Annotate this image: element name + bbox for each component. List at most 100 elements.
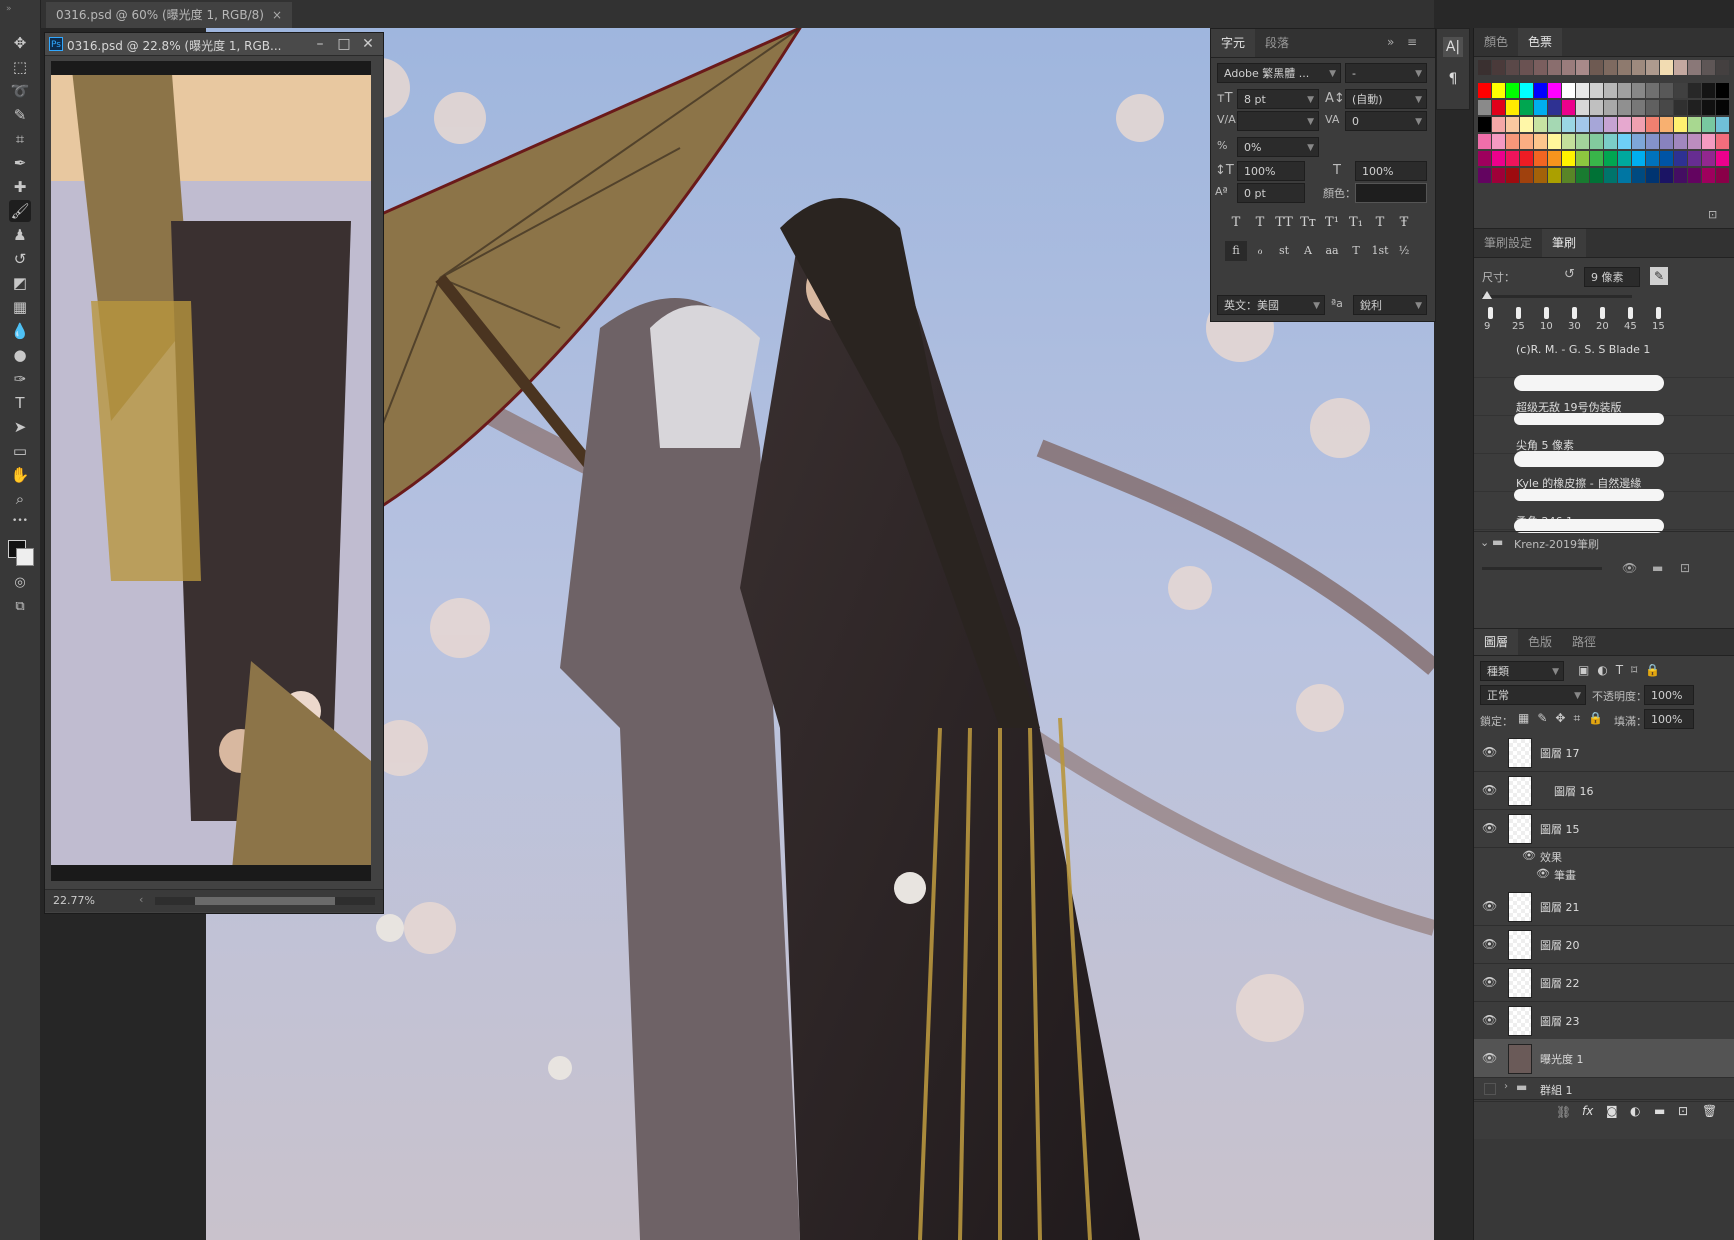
close-icon[interactable]: × [272,8,282,22]
color-swatch[interactable] [1548,151,1561,166]
horizontal-scale-field[interactable]: 100% [1355,161,1427,181]
opentype-feature-button[interactable]: ﬁ [1225,241,1247,261]
color-swatch[interactable] [1520,83,1533,98]
color-swatch[interactable] [1590,83,1603,98]
color-swatch[interactable] [1520,117,1533,132]
text-format-button[interactable]: T [1369,213,1391,233]
fill-field[interactable]: 100% [1644,709,1694,729]
pen-tool-icon[interactable]: ✑ [9,368,31,390]
color-swatch[interactable] [1702,168,1715,183]
layer-row[interactable]: 👁 曝光度 1 [1474,1039,1734,1078]
layer-row[interactable]: 👁 圖層 17 [1474,733,1734,772]
color-swatch[interactable] [1688,134,1701,149]
visibility-icon[interactable]: 👁 [1482,937,1497,951]
color-swatch[interactable] [1632,168,1645,183]
adjustment-icon[interactable]: ◐ [1630,1104,1640,1118]
text-color-swatch[interactable] [1355,183,1427,203]
layer-name[interactable]: 圖層 20 [1540,937,1580,953]
brush-preset[interactable]: 9 [1478,305,1504,335]
color-swatch[interactable] [1506,151,1519,166]
color-swatch[interactable] [1562,100,1575,115]
brush-preview-slider[interactable] [1482,567,1602,570]
visibility-toggle[interactable] [1484,1083,1496,1095]
background-color-swatch[interactable] [16,548,34,566]
color-swatch[interactable] [1660,168,1673,183]
brush-item[interactable]: 超级无敌 19号伪装版 [1474,375,1734,416]
color-swatch[interactable] [1716,117,1729,132]
document-tab[interactable]: 0316.psd @ 60% (曝光度 1, RGB/8) × [46,2,293,28]
tab-paths[interactable]: 路徑 [1562,629,1606,655]
color-swatch[interactable] [1604,168,1617,183]
layer-row[interactable]: 👁 圖層 22 [1474,963,1734,1002]
color-swatch[interactable] [1716,168,1729,183]
tab-channels[interactable]: 色版 [1518,629,1562,655]
color-swatch[interactable] [1688,100,1701,115]
color-swatch[interactable] [1562,60,1575,75]
color-swatch[interactable] [1478,134,1491,149]
healing-tool-icon[interactable]: ✚ [9,176,31,198]
tab-paragraph[interactable]: 段落 [1255,29,1299,57]
tab-swatches[interactable]: 色票 [1518,28,1563,56]
color-swatch[interactable] [1492,60,1505,75]
color-swatch[interactable] [1506,117,1519,132]
layer-name[interactable]: 圖層 15 [1540,821,1580,837]
text-format-button[interactable]: Ŧ [1393,213,1415,233]
color-swatch[interactable] [1520,134,1533,149]
close-button[interactable]: ✕ [357,35,379,53]
color-swatch[interactable] [1674,83,1687,98]
color-swatch[interactable] [1534,100,1547,115]
color-swatch[interactable] [1492,168,1505,183]
zoom-tool-icon[interactable]: ⌕ [9,488,31,510]
eraser-tool-icon[interactable]: ◩ [9,272,31,294]
blend-mode-select[interactable]: 正常 ▼ [1480,685,1586,705]
visibility-icon[interactable]: 👁 [1482,745,1497,759]
color-swatch[interactable] [1604,60,1617,75]
color-swatch[interactable] [1688,117,1701,132]
color-swatch[interactable] [1590,151,1603,166]
color-swatch[interactable] [1576,134,1589,149]
brush-preset[interactable]: 10 [1534,305,1560,335]
color-swatch[interactable] [1520,151,1533,166]
layer-name[interactable]: 圖層 23 [1540,1013,1580,1029]
color-swatch[interactable] [1548,117,1561,132]
chevron-right-icon[interactable]: › [1504,1081,1508,1092]
zoom-level[interactable]: 22.77% [53,894,95,907]
text-format-button[interactable]: T¹ [1321,213,1343,233]
color-swatch[interactable] [1688,83,1701,98]
opentype-feature-button[interactable]: 1st [1369,241,1391,261]
color-swatch[interactable] [1604,151,1617,166]
opentype-feature-button[interactable]: st [1273,241,1295,261]
fx-icon[interactable]: fx [1582,1104,1593,1118]
layer-name[interactable]: 圖層 16 [1554,783,1594,799]
antialias-select[interactable]: 銳利 ▼ [1353,295,1427,315]
color-swatch[interactable] [1660,83,1673,98]
color-swatch[interactable] [1576,83,1589,98]
history-brush-tool-icon[interactable]: ↺ [9,248,31,270]
color-swatch[interactable] [1478,100,1491,115]
layer-row[interactable]: 👁 圖層 16 [1474,771,1734,810]
brush-item[interactable]: Kyle 的橡皮擦 - 自然邊緣 [1474,451,1734,492]
window-title-bar[interactable]: Ps 0316.psd @ 22.8% (曝光度 1, RGB... – □ ✕ [45,33,383,56]
color-swatch[interactable] [1576,151,1589,166]
gradient-tool-icon[interactable]: ▦ [9,296,31,318]
color-swatch[interactable] [1674,168,1687,183]
slider-handle[interactable] [1482,291,1492,299]
color-swatch[interactable] [1520,60,1533,75]
leading-field[interactable]: (自動) ▼ [1345,89,1427,109]
color-swatch[interactable] [1576,60,1589,75]
kerning-field[interactable]: ▼ [1237,111,1319,131]
marquee-tool-icon[interactable]: ⬚ [9,56,31,78]
window-canvas[interactable] [51,61,371,881]
tab-brush-settings[interactable]: 筆刷設定 [1474,229,1542,257]
color-swatch[interactable] [1716,134,1729,149]
new-layer-icon[interactable]: ⊡ [1678,1104,1688,1118]
layer-stroke-effect-row[interactable]: 👁 筆畫 [1474,865,1734,883]
color-swatch[interactable] [1702,117,1715,132]
layer-row[interactable]: 👁 圖層 20 [1474,925,1734,964]
color-swatch[interactable] [1562,134,1575,149]
color-swatch[interactable] [1716,100,1729,115]
mask-icon[interactable]: ◙ [1606,1104,1618,1118]
brush-item[interactable]: (c)R. M. - G. S. S Blade 1 [1474,339,1734,378]
group-folder-icon[interactable]: ▬ [1654,1104,1665,1118]
color-swatch[interactable] [1506,60,1519,75]
